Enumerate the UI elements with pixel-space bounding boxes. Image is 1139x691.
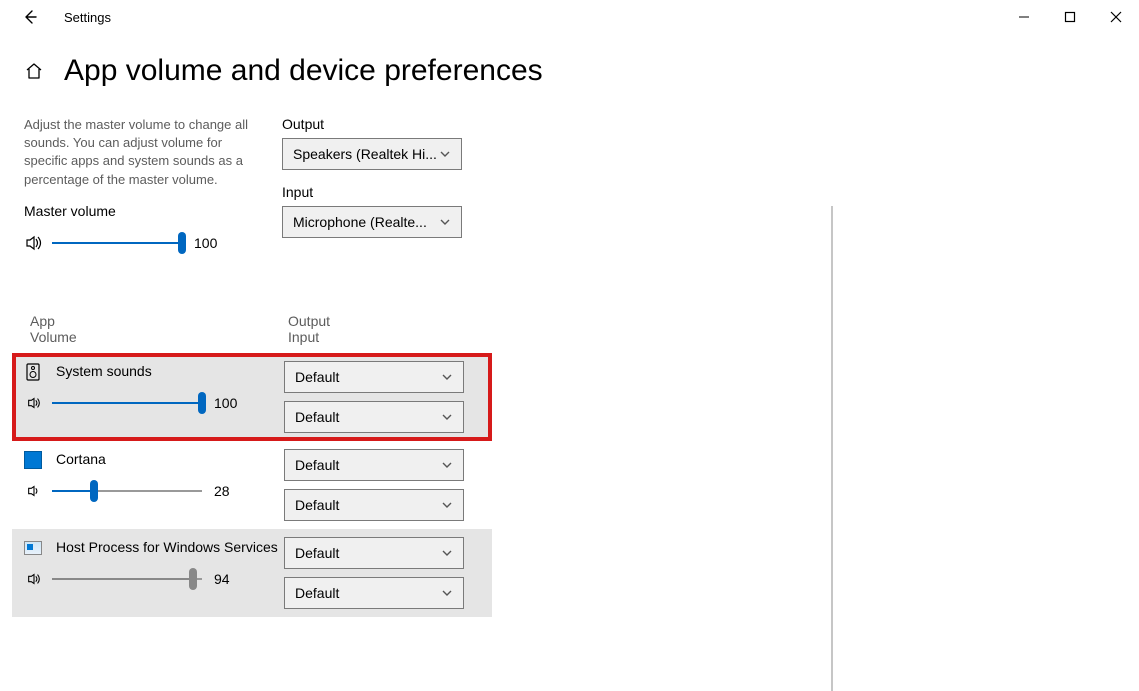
speaker-icon[interactable] [26,395,42,411]
app-output-dropdown[interactable]: Default [284,537,464,569]
page-header: App volume and device preferences [0,34,1139,88]
minimize-button[interactable] [1001,0,1047,34]
column-header-io: Output Input [288,313,330,345]
description-text: Adjust the master volume to change all s… [24,116,262,189]
title-bar: Settings [0,0,1139,34]
speaker-device-icon [24,363,42,381]
master-volume-slider[interactable] [52,233,182,253]
app-input-dropdown[interactable]: Default [284,489,464,521]
host-process-icon [24,539,42,557]
app-output-dropdown[interactable]: Default [284,449,464,481]
chevron-down-icon [441,587,453,599]
output-device-text: Speakers (Realtek Hi... [293,146,439,162]
app-row: System sounds 100 Default Default [12,353,492,441]
chevron-down-icon [441,411,453,423]
back-button[interactable] [22,9,38,25]
input-label: Input [282,184,482,200]
app-input-dropdown[interactable]: Default [284,401,464,433]
app-name: Cortana [56,451,106,468]
input-device-text: Microphone (Realte... [293,214,439,230]
window-title: Settings [64,10,111,25]
app-output-text: Default [295,545,441,561]
chevron-down-icon [441,371,453,383]
app-output-text: Default [295,369,441,385]
chevron-down-icon [441,547,453,559]
app-input-text: Default [295,497,441,513]
app-volume-value: 100 [214,395,237,411]
app-input-dropdown[interactable]: Default [284,577,464,609]
master-volume-value: 100 [194,235,217,251]
app-name: Host Process for Windows Services [56,539,278,556]
app-input-text: Default [295,585,441,601]
speaker-icon[interactable] [24,233,44,253]
maximize-button[interactable] [1047,0,1093,34]
chevron-down-icon [441,499,453,511]
app-row: Cortana 28 Default Default [12,441,492,529]
page-title: App volume and device preferences [64,54,543,88]
app-volume-slider[interactable] [52,393,202,413]
app-row: Host Process for Windows Services 94 Defau… [12,529,492,617]
cortana-icon [24,451,42,469]
app-output-text: Default [295,457,441,473]
scrollbar[interactable] [831,206,833,691]
output-device-dropdown[interactable]: Speakers (Realtek Hi... [282,138,462,170]
home-icon[interactable] [24,61,44,81]
speaker-icon[interactable] [26,483,42,499]
app-output-dropdown[interactable]: Default [284,361,464,393]
master-volume-label: Master volume [24,203,262,219]
app-volume-slider[interactable] [52,481,202,501]
input-device-dropdown[interactable]: Microphone (Realte... [282,206,462,238]
app-volume-value: 28 [214,483,230,499]
chevron-down-icon [439,148,451,160]
app-volume-slider[interactable] [52,569,202,589]
app-name: System sounds [56,363,152,380]
app-volume-value: 94 [214,571,230,587]
output-label: Output [282,116,482,132]
close-button[interactable] [1093,0,1139,34]
column-header-app: App Volume [30,313,288,345]
speaker-icon[interactable] [26,571,42,587]
chevron-down-icon [441,459,453,471]
app-input-text: Default [295,409,441,425]
chevron-down-icon [439,216,451,228]
